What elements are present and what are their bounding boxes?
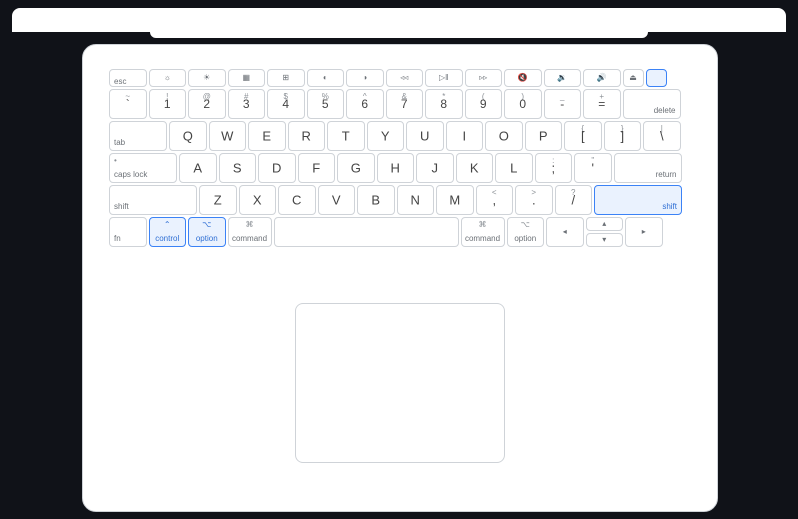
key-bracket-l[interactable]: {[ xyxy=(564,121,602,151)
key-7[interactable]: &7 xyxy=(386,89,424,119)
key-f11[interactable]: 🔉 xyxy=(544,69,582,87)
key-a[interactable]: A xyxy=(179,153,217,183)
key-e[interactable]: E xyxy=(248,121,286,151)
key-r[interactable]: R xyxy=(288,121,326,151)
key-semicolon[interactable]: :; xyxy=(535,153,573,183)
key-slash[interactable]: ?/ xyxy=(555,185,593,215)
key-lock[interactable] xyxy=(646,69,667,87)
key-2[interactable]: @2 xyxy=(188,89,226,119)
key-w[interactable]: W xyxy=(209,121,247,151)
laptop-lid xyxy=(12,8,786,32)
arrow-cluster: ◂ ▴ ▾ ▸ xyxy=(546,217,663,247)
key-1[interactable]: !1 xyxy=(149,89,187,119)
key-9[interactable]: (9 xyxy=(465,89,503,119)
row-numbers: ~` !1 @2 #3 $4 %5 ^6 &7 *8 (9 )0 _- += d… xyxy=(109,89,691,119)
key-f10[interactable]: 🔇 xyxy=(504,69,542,87)
key-control[interactable]: ⌃control xyxy=(149,217,187,247)
key-x[interactable]: X xyxy=(239,185,277,215)
key-f3[interactable]: ▦ xyxy=(228,69,266,87)
key-6[interactable]: ^6 xyxy=(346,89,384,119)
key-0[interactable]: )0 xyxy=(504,89,542,119)
key-arrow-left[interactable]: ◂ xyxy=(546,217,584,247)
key-s[interactable]: S xyxy=(219,153,257,183)
key-eject[interactable]: ⏏ xyxy=(623,69,644,87)
key-arrow-right[interactable]: ▸ xyxy=(625,217,663,247)
key-f8[interactable]: ▷‖ xyxy=(425,69,463,87)
key-n[interactable]: N xyxy=(397,185,435,215)
laptop-body: esc ☼ ☀ ▦ ⊞ ◐ ◑ ◃◃ ▷‖ ▹▹ 🔇 🔉 🔊 ⏏ ~` !1 xyxy=(82,44,718,512)
key-period[interactable]: >. xyxy=(515,185,553,215)
key-tab[interactable]: tab xyxy=(109,121,167,151)
key-bracket-r[interactable]: }] xyxy=(604,121,642,151)
key-backtick[interactable]: ~` xyxy=(109,89,147,119)
key-delete[interactable]: delete xyxy=(623,89,681,119)
key-k[interactable]: K xyxy=(456,153,494,183)
keyboard: esc ☼ ☀ ▦ ⊞ ◐ ◑ ◃◃ ▷‖ ▹▹ 🔇 🔉 🔊 ⏏ ~` !1 xyxy=(109,69,691,249)
key-l[interactable]: L xyxy=(495,153,533,183)
key-8[interactable]: *8 xyxy=(425,89,463,119)
key-backslash[interactable]: |\ xyxy=(643,121,681,151)
key-5[interactable]: %5 xyxy=(307,89,345,119)
key-m[interactable]: M xyxy=(436,185,474,215)
key-f9[interactable]: ▹▹ xyxy=(465,69,503,87)
key-f6[interactable]: ◑ xyxy=(346,69,384,87)
key-z[interactable]: Z xyxy=(199,185,237,215)
key-option-right[interactable]: ⌥option xyxy=(507,217,545,247)
key-shift-right[interactable]: shift xyxy=(594,185,682,215)
key-y[interactable]: Y xyxy=(367,121,405,151)
key-f1[interactable]: ☼ xyxy=(149,69,187,87)
key-equals[interactable]: += xyxy=(583,89,621,119)
key-command-left[interactable]: ⌘command xyxy=(228,217,272,247)
laptop-hinge xyxy=(150,32,648,38)
key-f7[interactable]: ◃◃ xyxy=(386,69,424,87)
key-quote[interactable]: "' xyxy=(574,153,612,183)
key-shift-left[interactable]: shift xyxy=(109,185,197,215)
key-f5[interactable]: ◐ xyxy=(307,69,345,87)
key-f2[interactable]: ☀ xyxy=(188,69,226,87)
key-g[interactable]: G xyxy=(337,153,375,183)
key-arrow-up[interactable]: ▴ xyxy=(586,217,624,231)
key-space[interactable] xyxy=(274,217,459,247)
key-command-right[interactable]: ⌘command xyxy=(461,217,505,247)
key-fn[interactable]: fn xyxy=(109,217,147,247)
trackpad[interactable] xyxy=(295,303,505,463)
key-u[interactable]: U xyxy=(406,121,444,151)
key-comma[interactable]: <, xyxy=(476,185,514,215)
key-3[interactable]: #3 xyxy=(228,89,266,119)
key-d[interactable]: D xyxy=(258,153,296,183)
key-q[interactable]: Q xyxy=(169,121,207,151)
key-h[interactable]: H xyxy=(377,153,415,183)
key-f12[interactable]: 🔊 xyxy=(583,69,621,87)
key-p[interactable]: P xyxy=(525,121,563,151)
key-b[interactable]: B xyxy=(357,185,395,215)
key-f[interactable]: F xyxy=(298,153,336,183)
key-esc[interactable]: esc xyxy=(109,69,147,87)
row-modifiers: fn ⌃control ⌥option ⌘command ⌘command ⌥o… xyxy=(109,217,691,247)
key-j[interactable]: J xyxy=(416,153,454,183)
row-z: shift Z X C V B N M <, >. ?/ shift xyxy=(109,185,691,215)
row-a: •caps lock A S D F G H J K L :; "' retur… xyxy=(109,153,691,183)
key-arrow-down[interactable]: ▾ xyxy=(586,233,624,247)
key-return[interactable]: return xyxy=(614,153,682,183)
key-option-left[interactable]: ⌥option xyxy=(188,217,226,247)
key-minus[interactable]: _- xyxy=(544,89,582,119)
key-4[interactable]: $4 xyxy=(267,89,305,119)
key-i[interactable]: I xyxy=(446,121,484,151)
key-f4[interactable]: ⊞ xyxy=(267,69,305,87)
row-function: esc ☼ ☀ ▦ ⊞ ◐ ◑ ◃◃ ▷‖ ▹▹ 🔇 🔉 🔊 ⏏ xyxy=(109,69,691,87)
key-o[interactable]: O xyxy=(485,121,523,151)
key-c[interactable]: C xyxy=(278,185,316,215)
key-t[interactable]: T xyxy=(327,121,365,151)
row-q: tab Q W E R T Y U I O P {[ }] |\ xyxy=(109,121,691,151)
key-v[interactable]: V xyxy=(318,185,356,215)
key-capslock[interactable]: •caps lock xyxy=(109,153,177,183)
